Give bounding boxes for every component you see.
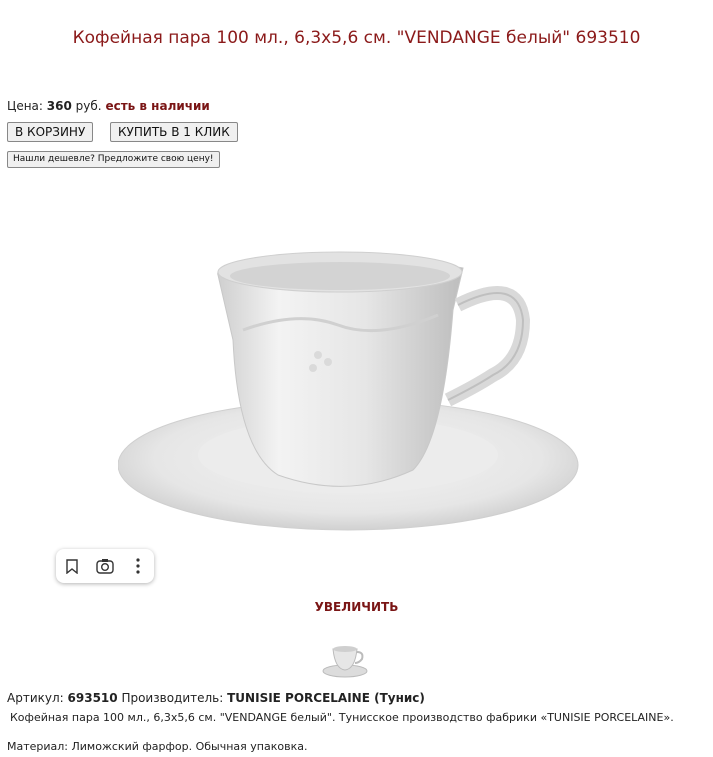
- more-vertical-icon[interactable]: [125, 553, 151, 579]
- product-description: Кофейная пара 100 мл., 6,3х5,6 см. "VEND…: [10, 711, 674, 724]
- price-label: Цена:: [7, 99, 43, 113]
- image-toolbar: [56, 549, 154, 583]
- lens-search-icon[interactable]: [92, 553, 118, 579]
- price-currency: руб.: [75, 99, 102, 113]
- product-title: Кофейная пара 100 мл., 6,3х5,6 см. "VEND…: [72, 28, 641, 48]
- buy-one-click-button[interactable]: КУПИТЬ В 1 КЛИК: [110, 122, 238, 142]
- product-thumbnail[interactable]: [321, 641, 369, 679]
- article-label: Артикул:: [7, 691, 64, 705]
- zoom-link[interactable]: УВЕЛИЧИТЬ: [0, 600, 713, 614]
- price-value: 360: [46, 99, 72, 113]
- product-image[interactable]: [118, 250, 588, 550]
- add-to-cart-button[interactable]: В КОРЗИНУ: [7, 122, 94, 142]
- maker-value: TUNISIE PORCELAINE (Тунис): [227, 691, 425, 705]
- article-value: 693510: [67, 691, 118, 705]
- product-material: Материал: Лиможский фарфор. Обычная упак…: [7, 740, 308, 753]
- maker-label: Производитель:: [121, 691, 224, 705]
- price-line: Цена: 360 руб. есть в наличии: [7, 99, 210, 113]
- stock-status: есть в наличии: [105, 99, 210, 113]
- found-cheaper-button[interactable]: Нашли дешевле? Предложите свою цену!: [7, 151, 220, 168]
- product-meta: Артикул: 693510 Производитель: TUNISIE P…: [7, 691, 425, 705]
- bookmark-icon[interactable]: [59, 553, 85, 579]
